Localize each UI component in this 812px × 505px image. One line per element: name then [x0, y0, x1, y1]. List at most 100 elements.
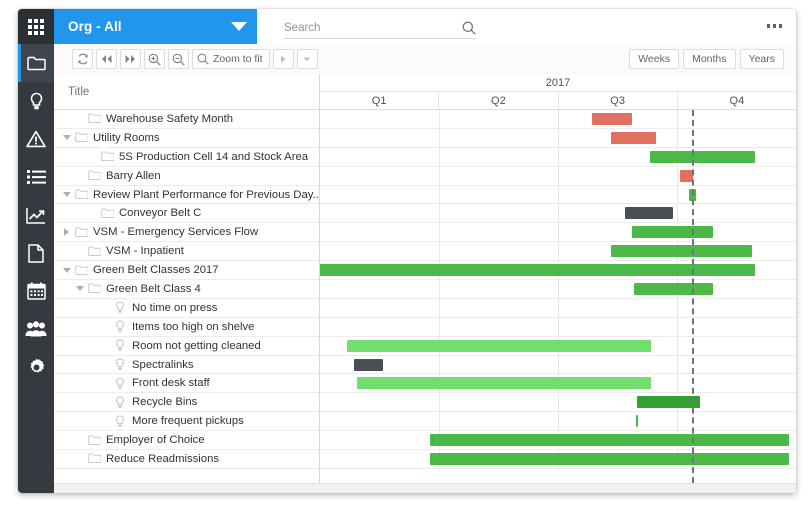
folder-icon	[99, 208, 115, 219]
timescale-months-button[interactable]: Months	[683, 49, 736, 69]
gantt-bar[interactable]	[354, 358, 383, 371]
task-row-list: Warehouse Safety Month Utility Rooms 5S Pr…	[54, 110, 319, 469]
today-marker-line	[692, 110, 694, 493]
sidebar-item-documents[interactable]	[18, 234, 54, 272]
task-title: Front desk staff	[132, 377, 210, 390]
sidebar-item-settings[interactable]	[18, 348, 54, 386]
org-selector[interactable]: Org - All	[54, 9, 257, 44]
table-row[interactable]: Front desk staff	[54, 374, 319, 394]
table-row[interactable]: Room not getting cleaned	[54, 337, 319, 356]
table-row[interactable]: Warehouse Safety Month	[54, 110, 319, 129]
table-row[interactable]: Review Plant Performance for Previous Da…	[54, 186, 319, 205]
more-horizontal-icon[interactable]	[766, 24, 782, 28]
task-title: Review Plant Performance for Previous Da…	[93, 188, 319, 201]
gantt-bar[interactable]	[430, 434, 789, 447]
gantt-gridline	[439, 280, 440, 298]
toolbar-left-group: Zoom to fit	[72, 49, 318, 69]
gantt-bar[interactable]	[357, 377, 651, 390]
table-row[interactable]: Reduce Readmissions	[54, 450, 319, 469]
twisty-toggle[interactable]	[73, 286, 86, 292]
forward-button[interactable]	[120, 49, 141, 69]
apps-launcher-button[interactable]	[18, 9, 54, 44]
gantt-gridline	[558, 355, 559, 374]
folder-icon	[73, 265, 89, 276]
table-row[interactable]: VSM - Emergency Services Flow	[54, 223, 319, 243]
zoom-to-fit-button[interactable]: Zoom to fit	[192, 49, 270, 69]
table-row[interactable]: No time on press	[54, 299, 319, 318]
rewind-button[interactable]	[96, 49, 117, 69]
sidebar-item-ideas[interactable]	[18, 82, 54, 120]
gantt-bar[interactable]	[611, 131, 656, 144]
table-row[interactable]: 5S Production Cell 14 and Stock Area	[54, 148, 319, 167]
search-input[interactable]	[284, 21, 462, 34]
gantt-gridline	[558, 204, 559, 223]
timeline-quarter-cell: Q3	[557, 92, 677, 109]
gantt-bar[interactable]	[634, 283, 713, 296]
sidebar-item-alerts[interactable]	[18, 120, 54, 158]
timescale-weeks-button[interactable]: Weeks	[629, 49, 680, 69]
gantt-gridline	[439, 128, 440, 147]
gantt-bar[interactable]	[650, 150, 755, 163]
gantt-bar[interactable]	[430, 453, 789, 466]
twisty-toggle[interactable]	[60, 267, 73, 273]
task-title: More frequent pickups	[132, 415, 244, 428]
gantt-bar[interactable]	[637, 396, 700, 409]
zoom-out-button[interactable]	[168, 49, 189, 69]
table-row[interactable]: Employer of Choice	[54, 431, 319, 451]
caret-down-icon	[303, 57, 311, 62]
timeline-quarter-cell: Q1	[371, 94, 387, 107]
twisty-toggle[interactable]	[60, 192, 73, 197]
magnifier-icon	[197, 53, 209, 65]
gantt-bar[interactable]	[611, 245, 752, 258]
search-icon[interactable]	[462, 21, 476, 35]
gantt-bar[interactable]	[632, 226, 713, 239]
toolbar-dropdown-button[interactable]	[296, 49, 318, 69]
gantt-row	[320, 242, 796, 262]
lightbulb-icon	[116, 339, 124, 351]
lightbulb-icon	[112, 415, 128, 428]
play-button[interactable]	[272, 49, 294, 69]
gantt-bar[interactable]	[636, 415, 638, 428]
gantt-gridline	[677, 336, 678, 355]
table-row[interactable]: More frequent pickups	[54, 412, 319, 432]
sidebar-item-calendar[interactable]	[18, 272, 54, 310]
sidebar-item-projects[interactable]	[18, 44, 54, 82]
timeline-quarters: Q1 Q2 Q3 Q4	[320, 92, 796, 109]
table-row[interactable]: Items too high on shelve	[54, 318, 319, 337]
table-row[interactable]: VSM - Inpatient	[54, 242, 319, 262]
table-row[interactable]: Spectralinks	[54, 356, 319, 375]
table-row[interactable]: Green Belt Class 4	[54, 280, 319, 299]
sidebar-item-analytics[interactable]	[18, 196, 54, 234]
search-field[interactable]	[284, 17, 476, 39]
refresh-button[interactable]	[72, 49, 93, 69]
gantt-bar[interactable]	[625, 207, 673, 220]
table-row[interactable]: Green Belt Classes 2017	[54, 261, 319, 281]
gantt-gridline	[558, 298, 559, 317]
play-icon	[281, 55, 286, 63]
twisty-toggle[interactable]	[60, 135, 73, 141]
gantt-row	[320, 298, 796, 318]
table-row[interactable]: Barry Allen	[54, 167, 319, 186]
folder-icon	[87, 283, 101, 294]
gantt-gridline	[558, 147, 559, 166]
timescale-years-button[interactable]: Years	[739, 49, 784, 69]
twisty-toggle[interactable]	[60, 228, 73, 237]
gantt-gridline	[558, 412, 559, 431]
gantt-bar[interactable]	[592, 113, 632, 125]
table-row[interactable]: Recycle Bins	[54, 393, 319, 413]
gantt-gridline	[677, 298, 678, 317]
zoom-in-button[interactable]	[144, 49, 165, 69]
gantt-bar[interactable]	[320, 264, 755, 277]
horizontal-scrollbar[interactable]	[54, 483, 796, 493]
table-row[interactable]: Conveyor Belt C	[54, 204, 319, 224]
zoom-out-icon	[172, 53, 185, 66]
timeline-year: 2017	[320, 74, 796, 92]
table-row[interactable]: Utility Rooms	[54, 129, 319, 148]
gantt-bar[interactable]	[347, 339, 651, 352]
zoom-to-fit-label: Zoom to fit	[213, 53, 263, 65]
folder-icon	[86, 453, 102, 464]
sidebar-item-tasks[interactable]	[18, 158, 54, 196]
gantt-gridline	[558, 128, 559, 147]
gantt-gridline	[677, 204, 678, 223]
sidebar-item-teams[interactable]	[18, 310, 54, 348]
